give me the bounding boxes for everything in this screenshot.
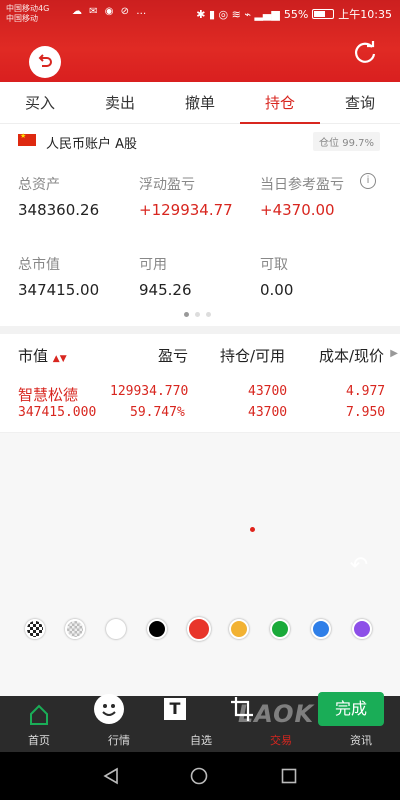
stock-available: 43700 bbox=[248, 405, 288, 420]
page-dot bbox=[206, 312, 211, 317]
header-market-value-label: 市值 bbox=[18, 347, 49, 365]
page-dot bbox=[184, 312, 189, 317]
color-swatch-green[interactable] bbox=[270, 619, 290, 639]
tab-quotes[interactable]: 行情 bbox=[108, 732, 130, 748]
stock-profit-pct: 59.747% bbox=[130, 405, 185, 420]
scroll-right-icon: ▶ bbox=[390, 348, 398, 359]
info-icon[interactable]: i bbox=[360, 173, 376, 189]
section-divider bbox=[0, 326, 400, 334]
battery-icon bbox=[312, 9, 335, 19]
app-header: 中国移动4G 中国移动 ☁ ✉ ◉ ⊘ … ✱ ▮ ◎ ≋ ⌁ ▂▄▆ 55% … bbox=[0, 0, 400, 82]
color-swatch-white[interactable] bbox=[106, 619, 126, 639]
color-swatch-red[interactable] bbox=[187, 617, 211, 641]
trade-tabs: 买入 卖出 撤单 持仓 查询 bbox=[0, 82, 400, 124]
account-row[interactable]: 人民币账户 A股 仓位 99.7% bbox=[0, 124, 400, 158]
emoji-icon[interactable] bbox=[94, 694, 124, 724]
tab-trade[interactable]: 交易 bbox=[270, 732, 292, 748]
position-badge: 仓位 99.7% bbox=[313, 132, 380, 151]
stock-market-value: 347415.000 bbox=[18, 405, 97, 420]
editor-canvas[interactable] bbox=[0, 433, 400, 696]
home-circle-icon[interactable] bbox=[190, 767, 208, 785]
home-icon[interactable] bbox=[28, 702, 50, 726]
page-indicator bbox=[184, 312, 211, 317]
color-palette bbox=[0, 614, 400, 644]
tab-holdings[interactable]: 持仓 bbox=[240, 82, 320, 124]
watermark-logo: LAOK bbox=[238, 700, 315, 728]
stock-cost: 4.977 bbox=[346, 384, 386, 399]
undo-icon[interactable]: ↶ bbox=[343, 553, 375, 579]
back-button[interactable] bbox=[29, 46, 61, 78]
status-bar: 中国移动4G 中国移动 ☁ ✉ ◉ ⊘ … ✱ ▮ ◎ ≋ ⌁ ▂▄▆ 55% … bbox=[0, 0, 400, 26]
market-value-value: 347415.00 bbox=[18, 281, 100, 299]
header-position[interactable]: 持仓/可用 bbox=[220, 345, 285, 366]
color-swatch-purple[interactable] bbox=[352, 619, 372, 639]
color-swatch-yellow[interactable] bbox=[229, 619, 249, 639]
total-assets-value: 348360.26 bbox=[18, 201, 100, 219]
back-triangle-icon[interactable] bbox=[102, 767, 120, 785]
stock-name: 智慧松德 bbox=[18, 386, 79, 404]
system-nav-bar bbox=[0, 752, 400, 800]
carrier-primary: 中国移动4G bbox=[6, 4, 50, 13]
tab-news[interactable]: 资讯 bbox=[350, 732, 372, 748]
carrier-secondary: 中国移动 bbox=[6, 14, 38, 23]
tab-sell[interactable]: 卖出 bbox=[80, 82, 160, 123]
daily-pl-label: 当日参考盈亏 bbox=[260, 177, 344, 193]
header-cost[interactable]: 成本/现价 bbox=[319, 345, 384, 366]
sort-arrow-icon: ▲▼ bbox=[52, 354, 67, 364]
signal-icon: ✱ ▮ ◎ ≋ ⌁ ▂▄▆ bbox=[196, 7, 280, 21]
page-dot bbox=[195, 312, 200, 317]
text-tool-icon[interactable]: T bbox=[164, 698, 186, 720]
available-value: 945.26 bbox=[139, 281, 192, 299]
battery-percent: 55% bbox=[283, 7, 309, 21]
clock: 上午10:35 bbox=[338, 8, 392, 21]
tab-home[interactable]: 首页 bbox=[28, 732, 50, 748]
recents-square-icon[interactable] bbox=[281, 768, 297, 784]
tab-query[interactable]: 查询 bbox=[320, 82, 400, 123]
market-value-label: 总市值 bbox=[18, 257, 60, 273]
withdrawable-label: 可取 bbox=[260, 257, 288, 273]
stock-position: 43700 bbox=[248, 384, 288, 399]
mosaic-swatch[interactable] bbox=[25, 619, 45, 639]
stock-price: 7.950 bbox=[346, 405, 386, 420]
china-flag-icon bbox=[18, 132, 36, 146]
floating-pl-label: 浮动盈亏 bbox=[139, 177, 195, 193]
header-profit[interactable]: 盈亏 bbox=[158, 345, 188, 366]
available-label: 可用 bbox=[139, 257, 167, 273]
total-assets-label: 总资产 bbox=[18, 177, 60, 193]
carrier-info: 中国移动4G 中国移动 bbox=[6, 4, 49, 24]
status-right: ✱ ▮ ◎ ≋ ⌁ ▂▄▆ 55% 上午10:35 bbox=[196, 6, 392, 22]
notification-icons: ☁ ✉ ◉ ⊘ … bbox=[72, 6, 149, 17]
floating-pl-value: +129934.77 bbox=[139, 201, 233, 219]
tab-cancel[interactable]: 撤单 bbox=[160, 82, 240, 123]
tab-watchlist[interactable]: 自选 bbox=[190, 732, 212, 748]
daily-pl-value: +4370.00 bbox=[260, 201, 335, 219]
blur-swatch[interactable] bbox=[65, 619, 85, 639]
header-market-value[interactable]: 市值 ▲▼ bbox=[18, 345, 67, 366]
brush-mark bbox=[250, 527, 255, 532]
stock-profit: 129934.770 bbox=[110, 384, 189, 399]
tab-buy[interactable]: 买入 bbox=[0, 82, 80, 123]
undo-arrow-icon bbox=[38, 54, 52, 67]
refresh-icon[interactable] bbox=[352, 40, 378, 66]
color-swatch-blue[interactable] bbox=[311, 619, 331, 639]
color-swatch-black[interactable] bbox=[147, 619, 167, 639]
account-name: 人民币账户 A股 bbox=[46, 137, 138, 152]
done-button[interactable]: 完成 bbox=[318, 692, 384, 726]
withdrawable-value: 0.00 bbox=[260, 281, 294, 299]
